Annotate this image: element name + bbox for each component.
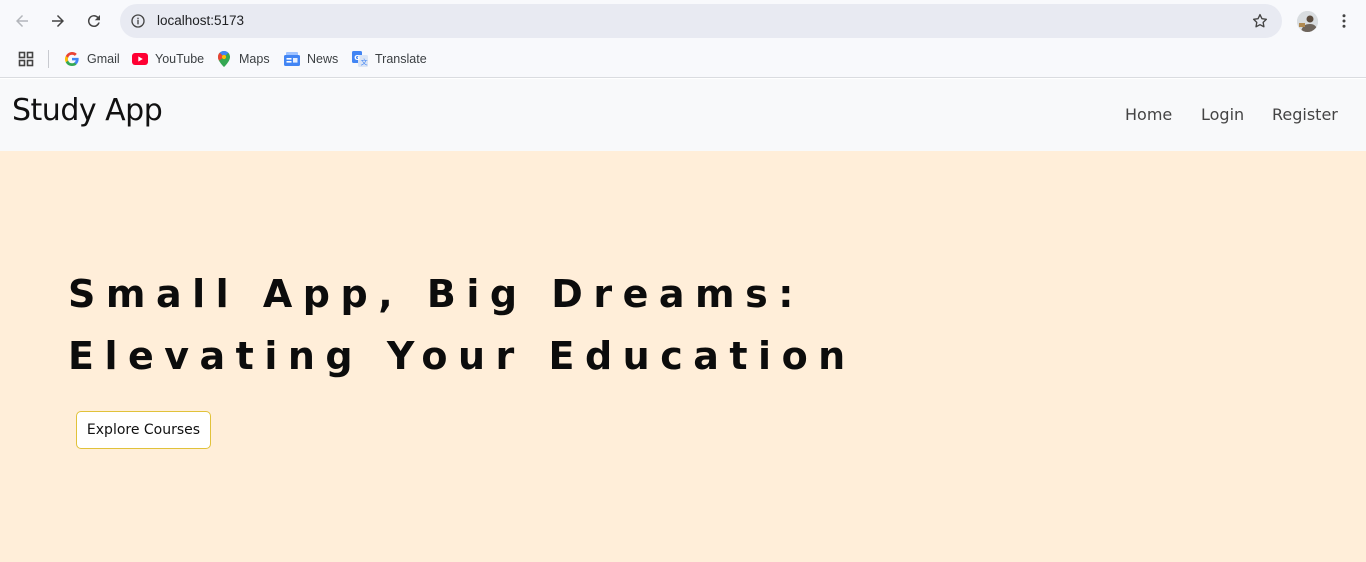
bookmark-label: Translate: [375, 52, 427, 66]
back-arrow-icon: [16, 15, 28, 27]
back-button[interactable]: [8, 8, 36, 34]
bookmark-gmail[interactable]: Gmail: [64, 50, 120, 68]
nav-link-login[interactable]: Login: [1201, 105, 1244, 124]
browser-toolbar: localhost:5173: [0, 0, 1366, 42]
browser-menu-icon[interactable]: [1334, 11, 1354, 31]
bookmark-youtube[interactable]: YouTube: [132, 50, 204, 68]
site-navbar: Study App Home Login Register: [0, 79, 1366, 151]
profile-avatar[interactable]: [1297, 11, 1318, 32]
forward-arrow-icon: [52, 15, 64, 27]
bookmark-maps[interactable]: Maps: [216, 50, 270, 68]
bookmark-news[interactable]: News: [284, 50, 338, 68]
explore-courses-button[interactable]: Explore Courses: [76, 411, 211, 449]
hero-headline-line-2: Elevating Your Education: [68, 334, 856, 378]
bookmarks-bar: Gmail YouTube Maps News G 文 Translate: [0, 42, 1366, 78]
youtube-icon: [132, 51, 148, 67]
reload-icon: [87, 15, 100, 28]
bookmarks-separator: [48, 50, 49, 68]
translate-icon: G 文: [352, 51, 368, 67]
hero-headline-line-1: Small App, Big Dreams:: [68, 272, 804, 316]
maps-icon: [216, 51, 232, 67]
svg-text:G: G: [354, 54, 360, 62]
site-info-icon[interactable]: [129, 12, 147, 30]
forward-button[interactable]: [44, 8, 72, 34]
nav-link-home[interactable]: Home: [1125, 105, 1172, 124]
svg-text:文: 文: [361, 58, 368, 67]
bookmark-label: Maps: [239, 52, 270, 66]
site-brand[interactable]: Study App: [12, 93, 163, 128]
google-icon: [64, 51, 80, 67]
reload-button[interactable]: [80, 8, 108, 34]
nav-link-register[interactable]: Register: [1272, 105, 1338, 124]
hero-section: Small App, Big Dreams: Elevating Your Ed…: [0, 151, 1366, 562]
bookmark-star-icon[interactable]: [1251, 12, 1269, 30]
bookmark-label: Gmail: [87, 52, 120, 66]
bookmark-label: News: [307, 52, 339, 66]
bookmark-translate[interactable]: G 文 Translate: [352, 50, 427, 68]
hero-headline: Small App, Big Dreams: Elevating Your Ed…: [68, 263, 856, 387]
apps-grid-icon[interactable]: [18, 51, 34, 67]
bookmark-label: YouTube: [155, 52, 205, 66]
news-icon: [284, 51, 300, 67]
url-text: localhost:5173: [157, 13, 245, 28]
address-bar[interactable]: localhost:5173: [120, 4, 1282, 38]
